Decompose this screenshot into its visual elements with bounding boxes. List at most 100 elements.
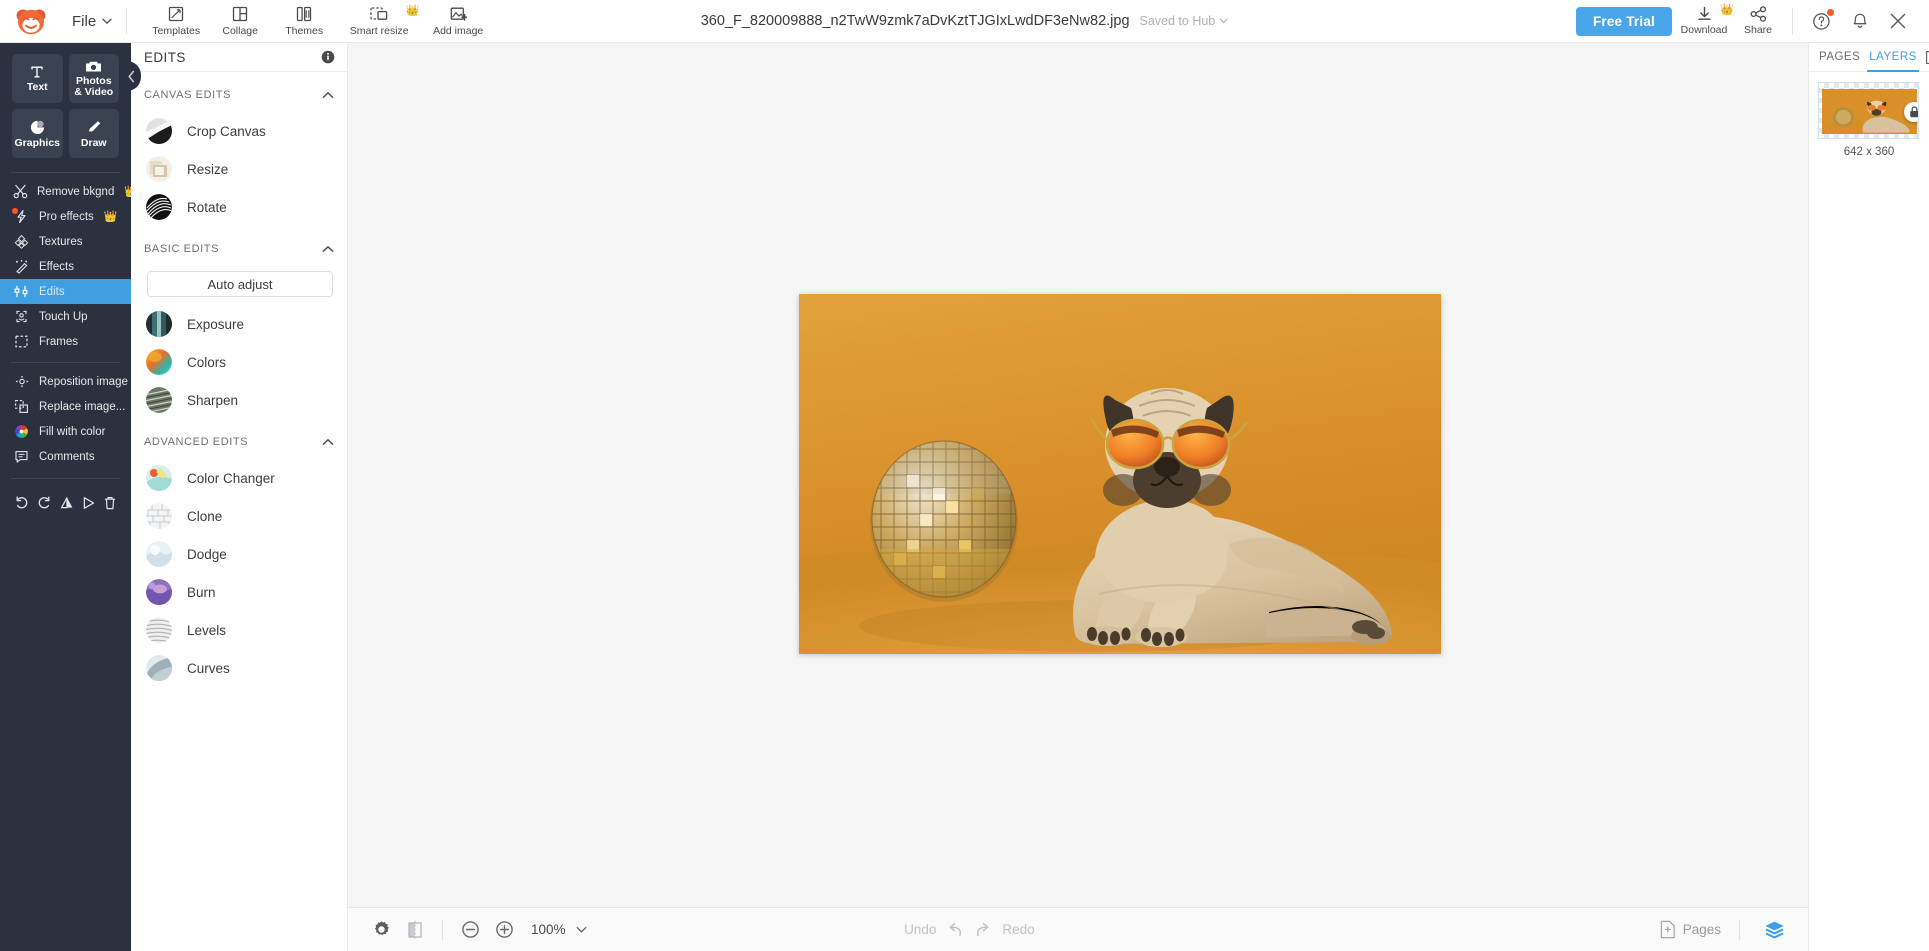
layers-stack-icon[interactable] xyxy=(1758,908,1792,951)
smart-resize-label: Smart resize xyxy=(349,24,409,37)
smart-resize-button[interactable]: 👑 Smart resize xyxy=(337,0,421,43)
templates-button[interactable]: Templates xyxy=(145,0,207,43)
rail-item-label: Comments xyxy=(39,450,95,463)
download-label: Download xyxy=(1680,24,1728,36)
resize-thumb xyxy=(146,156,172,182)
tab-layers[interactable]: LAYERS xyxy=(1867,43,1919,72)
edit-row-label: Clone xyxy=(187,508,223,524)
left-tool-rail: Text Photos & Video Graphics Draw Remove… xyxy=(0,43,140,951)
edit-row-sharpen[interactable]: Sharpen xyxy=(131,381,347,419)
replace-image-icon xyxy=(13,399,30,414)
add-page-label: Pages xyxy=(1682,922,1721,937)
rail-item-frames[interactable]: Frames xyxy=(0,329,131,354)
edits-icon xyxy=(13,284,30,299)
zoom-in-icon[interactable] xyxy=(487,908,521,951)
rail-item-pro-effects[interactable]: Pro effects 👑 xyxy=(0,204,131,229)
edit-row-exposure[interactable]: Exposure xyxy=(131,305,347,343)
collage-button[interactable]: Collage xyxy=(209,0,271,43)
edit-row-curves[interactable]: Curves xyxy=(131,649,347,687)
rail-item-effects[interactable]: Effects xyxy=(0,254,131,279)
rail-item-replace-image[interactable]: Replace image... xyxy=(0,394,131,419)
rail-item-label: Replace image... xyxy=(39,400,126,413)
close-icon[interactable] xyxy=(1881,0,1915,43)
flip-horizontal-icon[interactable] xyxy=(81,495,97,511)
save-status-dropdown[interactable]: Saved to Hub xyxy=(1140,14,1229,28)
document-title-area: 360_F_820009888_n2TwW9zmk7aDvKztTJGIxLwd… xyxy=(701,13,1229,29)
rail-item-remove-bkgnd[interactable]: Remove bkgnd 👑 xyxy=(0,179,138,204)
edit-row-label: Dodge xyxy=(187,546,227,562)
add-page-button[interactable]: Pages xyxy=(1660,920,1721,939)
rail-item-label: Pro effects xyxy=(39,210,94,223)
panel-title: EDITS xyxy=(144,49,186,65)
section-header-advanced-edits[interactable]: ADVANCED EDITS xyxy=(131,425,347,459)
tab-pages[interactable]: PAGES xyxy=(1819,43,1860,72)
edit-row-label: Colors xyxy=(187,354,227,370)
rail-item-touch-up[interactable]: Touch Up xyxy=(0,304,131,329)
file-menu-button[interactable]: File xyxy=(62,13,126,30)
compare-split-icon[interactable] xyxy=(398,908,432,951)
rail-card-label: Draw xyxy=(80,136,107,149)
chevron-down-icon xyxy=(1219,18,1228,24)
edit-row-resize[interactable]: Resize xyxy=(131,150,347,188)
zoom-out-icon[interactable] xyxy=(453,908,487,951)
free-trial-button[interactable]: Free Trial xyxy=(1575,6,1672,36)
gear-icon[interactable] xyxy=(364,908,398,951)
collage-icon xyxy=(232,6,248,23)
download-button[interactable]: 👑 Download xyxy=(1676,0,1734,43)
edit-row-rotate[interactable]: Rotate xyxy=(131,188,347,226)
help-circle-icon[interactable] xyxy=(1805,0,1839,43)
rail-item-fill-with-color[interactable]: Fill with color xyxy=(0,419,131,444)
rail-item-label: Fill with color xyxy=(39,425,106,438)
rail-card-photos-video[interactable]: Photos & Video xyxy=(68,54,119,103)
clone-thumb xyxy=(146,503,172,529)
auto-adjust-button[interactable]: Auto adjust xyxy=(147,271,333,297)
edit-row-burn[interactable]: Burn xyxy=(131,573,347,611)
section-header-canvas-edits[interactable]: CANVAS EDITS xyxy=(131,78,347,112)
undo-arrow-icon xyxy=(949,922,962,936)
rail-card-draw[interactable]: Draw xyxy=(68,109,119,158)
canvas-workspace[interactable] xyxy=(348,43,1808,907)
edit-row-label: Curves xyxy=(187,660,230,676)
layer-thumbnail[interactable] xyxy=(1818,82,1919,139)
notification-bell-icon[interactable] xyxy=(1843,0,1877,43)
rail-item-label: Frames xyxy=(39,335,78,348)
draw-pencil-icon xyxy=(88,120,100,133)
flip-vertical-icon[interactable] xyxy=(59,495,75,511)
effects-wand-icon xyxy=(13,259,30,274)
document-filename[interactable]: 360_F_820009888_n2TwW9zmk7aDvKztTJGIxLwd… xyxy=(701,13,1130,29)
download-icon xyxy=(1696,6,1713,22)
edit-row-levels[interactable]: Levels xyxy=(131,611,347,649)
canvas[interactable] xyxy=(799,294,1441,654)
edit-row-crop-canvas[interactable]: Crop Canvas xyxy=(131,112,347,150)
divider xyxy=(11,172,120,173)
edit-row-dodge[interactable]: Dodge xyxy=(131,535,347,573)
lock-icon[interactable] xyxy=(1904,102,1918,122)
undo-button[interactable]: Undo xyxy=(904,922,964,938)
canvas-image[interactable] xyxy=(799,294,1441,654)
themes-icon xyxy=(296,6,312,23)
undo-icon[interactable] xyxy=(14,495,30,511)
rail-item-reposition-image[interactable]: Reposition image xyxy=(0,369,131,394)
rail-item-label: Touch Up xyxy=(39,310,88,323)
app-logo[interactable] xyxy=(0,7,62,35)
rail-item-comments[interactable]: Comments xyxy=(0,444,131,469)
rail-item-edits[interactable]: Edits xyxy=(0,279,140,304)
zoom-dropdown-button[interactable] xyxy=(572,908,592,951)
delete-trash-icon[interactable] xyxy=(103,495,117,511)
share-button[interactable]: Share xyxy=(1736,0,1780,43)
info-icon[interactable] xyxy=(321,50,335,64)
edit-row-colors[interactable]: Colors xyxy=(131,343,347,381)
crop-canvas-thumb xyxy=(146,118,172,144)
redo-button[interactable]: Redo xyxy=(974,922,1035,938)
edit-row-label: Burn xyxy=(187,584,216,600)
rail-item-textures[interactable]: Textures xyxy=(0,229,131,254)
section-header-basic-edits[interactable]: BASIC EDITS xyxy=(131,232,347,266)
add-image-button[interactable]: Add image xyxy=(423,0,493,43)
redo-icon[interactable] xyxy=(36,495,52,511)
color-changer-thumb xyxy=(146,465,172,491)
rail-card-graphics[interactable]: Graphics xyxy=(12,109,63,158)
rail-card-text[interactable]: Text xyxy=(12,54,63,103)
edit-row-color-changer[interactable]: Color Changer xyxy=(131,459,347,497)
themes-button[interactable]: Themes xyxy=(273,0,335,43)
edit-row-clone[interactable]: Clone xyxy=(131,497,347,535)
